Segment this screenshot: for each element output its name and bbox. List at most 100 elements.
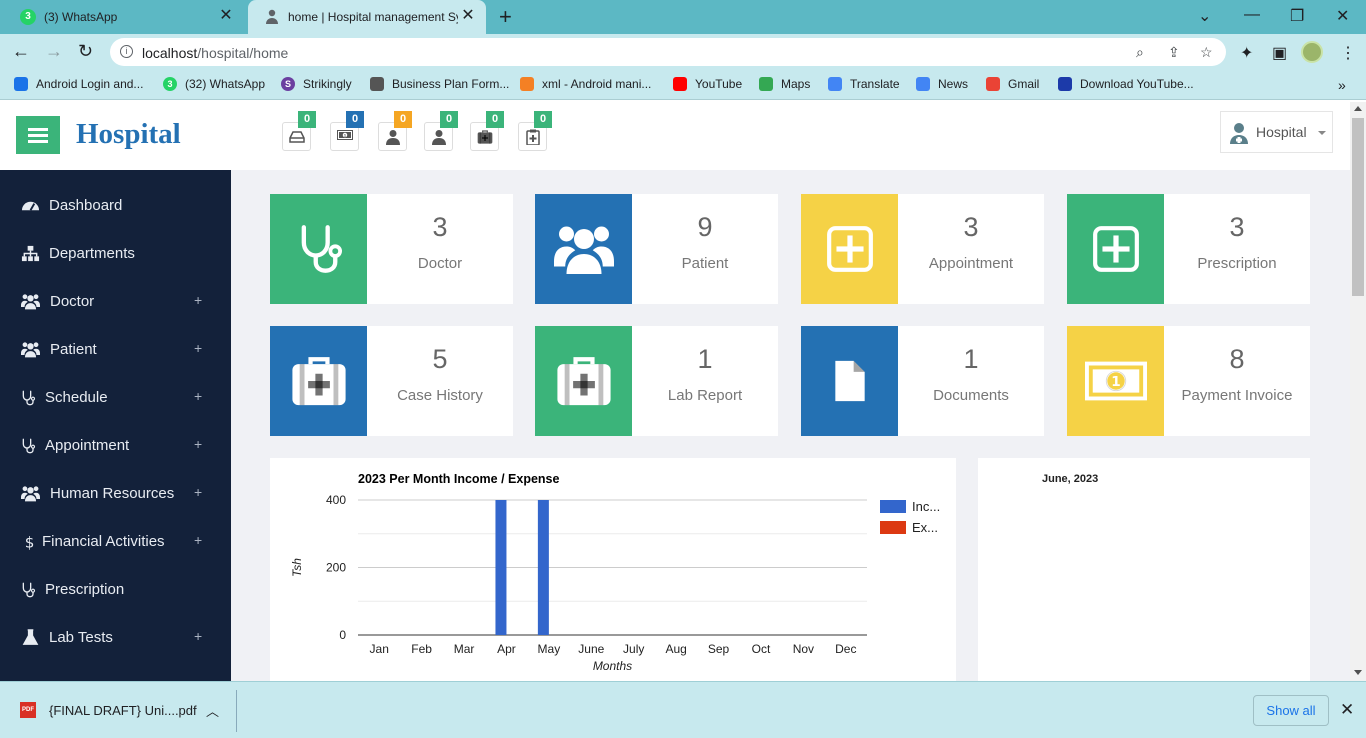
expand-plus-icon[interactable]: + xyxy=(194,340,202,356)
extensions-icon[interactable]: ✦ xyxy=(1240,43,1253,63)
stat-card-appointment[interactable]: 3 Appointment xyxy=(801,194,1044,304)
users-icon xyxy=(21,340,41,360)
profile-avatar[interactable] xyxy=(1301,41,1323,63)
bookmark-item[interactable]: Android Login and... xyxy=(14,77,143,91)
strikingly-icon: S xyxy=(281,77,295,91)
dollar-icon: $ xyxy=(20,534,40,554)
gmail-icon xyxy=(986,77,1000,91)
back-icon[interactable]: ← xyxy=(12,42,30,60)
sidebar-item-financial-activities[interactable]: $ Financial Activities + xyxy=(0,518,231,566)
legend-label: Inc... xyxy=(912,499,940,514)
user-icon xyxy=(386,130,400,145)
sidebar-item-prescription[interactable]: Prescription xyxy=(0,566,231,614)
expand-plus-icon[interactable]: + xyxy=(194,388,202,404)
bookmark-item[interactable]: Gmail xyxy=(986,77,1039,91)
download-item[interactable]: PDF {FINAL DRAFT} Uni....pdf xyxy=(20,702,197,718)
bookmark-item[interactable]: Download YouTube... xyxy=(1058,77,1194,91)
side-panel-icon[interactable]: ▣ xyxy=(1272,43,1287,63)
sidebar-item-patient[interactable]: Patient + xyxy=(0,326,231,374)
y-tick-label: 200 xyxy=(326,561,346,575)
chevron-up-icon[interactable]: ︿ xyxy=(206,701,219,720)
tab-search-icon[interactable]: ⌄ xyxy=(1198,6,1211,26)
tab-whatsapp[interactable]: 3 (3) WhatsApp ✕ xyxy=(4,0,244,34)
scroll-down-icon[interactable] xyxy=(1354,670,1362,675)
sidebar-item-lab-tests[interactable]: Lab Tests + xyxy=(0,614,231,662)
legend-label: Ex... xyxy=(912,520,938,535)
bookmark-item[interactable]: Business Plan Form... xyxy=(370,77,509,91)
stat-card-documents[interactable]: 1 Documents xyxy=(801,326,1044,436)
share-icon[interactable]: ⇪ xyxy=(1168,44,1180,61)
scrollbar-thumb[interactable] xyxy=(1352,118,1364,296)
stat-card-doctor[interactable]: 3 Doctor xyxy=(270,194,513,304)
notification-hdd[interactable]: 0 xyxy=(282,111,316,151)
doctor-avatar-icon xyxy=(1230,123,1248,144)
chrome-menu-icon[interactable]: ⋮ xyxy=(1340,43,1356,63)
reload-icon[interactable]: ↻ xyxy=(78,42,93,60)
stat-card-payment-invoice[interactable]: 1 8 Payment Invoice xyxy=(1067,326,1310,436)
address-bar[interactable]: i localhost/hospital/home ⌕ ⇪ ☆ xyxy=(110,38,1226,66)
minimize-icon[interactable]: — xyxy=(1244,6,1260,24)
new-tab-button[interactable]: + xyxy=(499,6,512,28)
tab-hospital-home[interactable]: home | Hospital management Sys ✕ xyxy=(248,0,486,34)
notification-medkit[interactable]: 0 xyxy=(470,111,504,151)
notification-clipboard[interactable]: 0 xyxy=(518,111,552,151)
dashboard-main: 3 Doctor 9 Patient 3 Appointment 3 Prescription… xyxy=(231,170,1350,681)
forward-icon[interactable]: → xyxy=(45,42,63,60)
bookmark-item[interactable]: YouTube xyxy=(673,77,742,91)
expand-plus-icon[interactable]: + xyxy=(194,628,202,644)
user-dropdown[interactable]: Hospital xyxy=(1220,111,1333,153)
stat-card-patient[interactable]: 9 Patient xyxy=(535,194,778,304)
chart-title: 2023 Per Month Income / Expense xyxy=(358,472,560,486)
sidebar-item-label: Lab Tests xyxy=(49,629,113,646)
x-tick-label: Mar xyxy=(454,642,475,656)
close-download-bar-icon[interactable]: ✕ xyxy=(1340,700,1354,720)
menu-toggle-button[interactable] xyxy=(16,116,60,154)
bookmark-star-icon[interactable]: ☆ xyxy=(1200,44,1213,61)
scroll-up-icon[interactable] xyxy=(1354,106,1362,111)
notification-user[interactable]: 0 xyxy=(424,111,458,151)
x-tick-label: Dec xyxy=(835,642,856,656)
bookmark-item[interactable]: Maps xyxy=(759,77,810,91)
expand-plus-icon[interactable]: + xyxy=(194,484,202,500)
show-all-button[interactable]: Show all xyxy=(1253,695,1329,726)
bookmark-item[interactable]: S Strikingly xyxy=(281,77,352,91)
sidebar-item-appointment[interactable]: Appointment + xyxy=(0,422,231,470)
stat-card-lab-report[interactable]: 1 Lab Report xyxy=(535,326,778,436)
sidebar-item-label: Patient xyxy=(50,341,97,358)
plus-square-icon xyxy=(801,194,898,304)
stat-card-prescription[interactable]: 3 Prescription xyxy=(1067,194,1310,304)
stat-label: Appointment xyxy=(928,255,1014,272)
bookmark-label: YouTube xyxy=(695,77,743,91)
bookmark-item[interactable]: Translate xyxy=(828,77,900,91)
clipboard-icon xyxy=(526,129,540,145)
translate-icon xyxy=(828,77,842,91)
expand-plus-icon[interactable]: + xyxy=(194,436,202,452)
bookmark-item[interactable]: xml - Android mani... xyxy=(520,77,651,91)
more-bookmarks-icon[interactable]: » xyxy=(1338,77,1346,93)
stat-value: 1 xyxy=(963,344,979,374)
bookmark-item[interactable]: 3 (32) WhatsApp xyxy=(163,77,265,91)
zoom-icon[interactable]: ⌕ xyxy=(1136,44,1144,61)
expand-plus-icon[interactable]: + xyxy=(194,532,202,548)
notification-money[interactable]: 10 xyxy=(330,111,364,151)
brand-title[interactable]: Hospital xyxy=(76,118,181,151)
sidebar-item-label: Prescription xyxy=(45,581,125,598)
sidebar-item-schedule[interactable]: Schedule + xyxy=(0,374,231,422)
close-tab-icon[interactable]: ✕ xyxy=(218,8,234,24)
bookmark-item[interactable]: News xyxy=(916,77,968,91)
close-tab-icon[interactable]: ✕ xyxy=(460,8,476,24)
notification-user[interactable]: 0 xyxy=(378,111,412,151)
money-icon: 1 xyxy=(1067,326,1164,436)
sidebar-item-departments[interactable]: Departments xyxy=(0,230,231,278)
restore-icon[interactable]: ❐ xyxy=(1290,6,1304,26)
stat-card-case-history[interactable]: 5 Case History xyxy=(270,326,513,436)
page-scrollbar[interactable] xyxy=(1350,102,1366,681)
caret-down-icon xyxy=(1318,131,1326,135)
site-info-icon[interactable]: i xyxy=(120,45,133,58)
close-window-icon[interactable]: ✕ xyxy=(1336,6,1349,26)
sidebar-item-doctor[interactable]: Doctor + xyxy=(0,278,231,326)
sidebar-item-dashboard[interactable]: Dashboard xyxy=(0,182,231,230)
sidebar-item-human-resources[interactable]: Human Resources + xyxy=(0,470,231,518)
notification-count-badge: 0 xyxy=(534,111,552,128)
expand-plus-icon[interactable]: + xyxy=(194,292,202,308)
